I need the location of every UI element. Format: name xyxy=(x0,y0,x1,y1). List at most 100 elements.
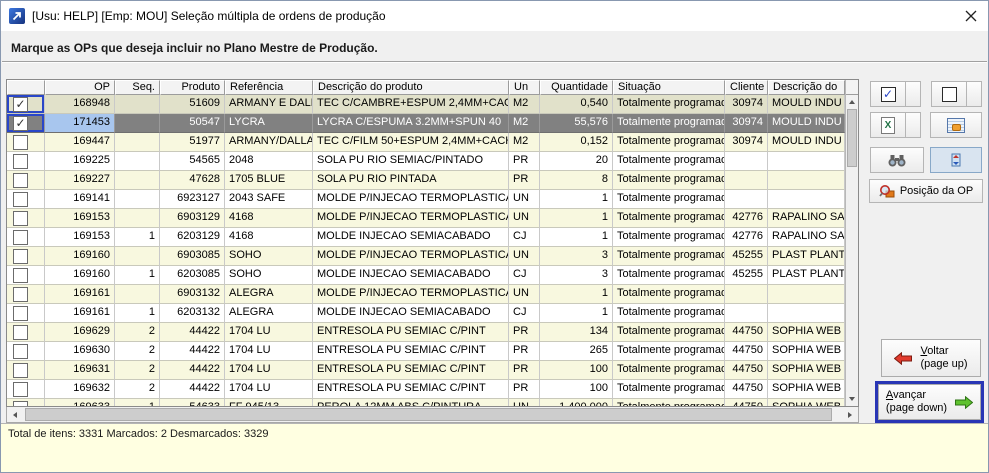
grid-report-button[interactable] xyxy=(930,112,982,138)
cell-quantidade: 1 xyxy=(540,304,613,323)
excel-icon xyxy=(881,117,895,134)
cell-descricao: PEROLA 12MM ABS C/PINTURA xyxy=(313,399,509,406)
unchecked-row-checkbox[interactable] xyxy=(13,287,28,302)
cell-op: 169629 xyxy=(45,323,115,342)
unchecked-row-checkbox[interactable] xyxy=(13,325,28,340)
export-excel-button[interactable] xyxy=(870,112,906,138)
cell-seq xyxy=(115,190,160,209)
column-header-produto[interactable]: Produto xyxy=(160,80,225,95)
table-row[interactable]: 16916116203132ALEGRAMOLDE INJECAO SEMIAC… xyxy=(7,304,845,323)
cell-situacao: Totalmente programada xyxy=(613,152,725,171)
unchecked-row-checkbox[interactable] xyxy=(13,230,28,245)
export-excel-dropdown[interactable] xyxy=(905,112,921,138)
cell-descricao: MOLDE INJECAO SEMIACABADO xyxy=(313,266,509,285)
row-select-cell[interactable] xyxy=(7,133,45,152)
unchecked-row-checkbox[interactable] xyxy=(13,154,28,169)
row-select-cell[interactable] xyxy=(7,171,45,190)
vertical-scroll-track[interactable] xyxy=(846,109,858,392)
column-header-descricao_cliente[interactable]: Descrição do xyxy=(768,80,845,95)
cell-quantidade: 100 xyxy=(540,380,613,399)
table-row[interactable]: 169633154633FF 945/13PEROLA 12MM ABS C/P… xyxy=(7,399,845,406)
unchecked-row-checkbox[interactable] xyxy=(13,249,28,264)
unchecked-row-checkbox[interactable] xyxy=(13,192,28,207)
scroll-left-button[interactable] xyxy=(7,407,23,422)
table-row[interactable]: 1696292444221704 LUENTRESOLA PU SEMIAC C… xyxy=(7,323,845,342)
cell-descricao_cliente: SOPHIA WEB xyxy=(768,361,845,380)
table-row[interactable]: 169153162031294168MOLDE INJECAO SEMIACAB… xyxy=(7,228,845,247)
table-row[interactable]: 16914169231272043 SAFEMOLDE P/INJECAO TE… xyxy=(7,190,845,209)
row-select-cell[interactable] xyxy=(7,399,45,406)
row-select-cell[interactable] xyxy=(7,190,45,209)
cell-situacao: Totalmente programada xyxy=(613,228,725,247)
row-select-cell[interactable] xyxy=(7,114,45,133)
scroll-up-button[interactable] xyxy=(846,95,858,109)
posicao-da-op-button[interactable]: Posição da OP xyxy=(869,179,983,203)
table-row[interactable]: 16894851609ARMANY E DALLASTEC C/CAMBRE+E… xyxy=(7,95,845,114)
checked-row-checkbox[interactable] xyxy=(13,116,28,131)
row-select-cell[interactable] xyxy=(7,152,45,171)
uncheck-all-dropdown[interactable] xyxy=(966,81,982,107)
vertical-scrollbar[interactable] xyxy=(845,80,858,406)
scroll-right-button[interactable] xyxy=(842,407,858,422)
horizontal-scroll-track[interactable] xyxy=(23,407,842,422)
table-row[interactable]: 1691616903132ALEGRAMOLDE P/INJECAO TERMO… xyxy=(7,285,845,304)
check-all-button[interactable] xyxy=(870,81,906,107)
unchecked-row-checkbox[interactable] xyxy=(13,268,28,283)
row-select-cell[interactable] xyxy=(7,209,45,228)
table-row[interactable]: 1696312444221704 LUENTRESOLA PU SEMIAC C… xyxy=(7,361,845,380)
column-header-referencia[interactable]: Referência xyxy=(225,80,313,95)
unchecked-row-checkbox[interactable] xyxy=(13,363,28,378)
table-row[interactable]: 16915369031294168MOLDE P/INJECAO TERMOPL… xyxy=(7,209,845,228)
vertical-scroll-thumb[interactable] xyxy=(847,109,857,167)
unchecked-row-checkbox[interactable] xyxy=(13,211,28,226)
table-row[interactable]: 17145350547LYCRALYCRA C/ESPUMA 3.2MM+SPU… xyxy=(7,114,845,133)
table-row[interactable]: 1696322444221704 LUENTRESOLA PU SEMIAC C… xyxy=(7,380,845,399)
column-header-un[interactable]: Un xyxy=(509,80,540,95)
checked-row-checkbox[interactable] xyxy=(13,97,28,112)
column-header-descricao[interactable]: Descrição do produto xyxy=(313,80,509,95)
horizontal-scrollbar[interactable] xyxy=(6,407,859,423)
unchecked-row-checkbox[interactable] xyxy=(13,344,28,359)
unchecked-row-checkbox[interactable] xyxy=(13,382,28,397)
table-row[interactable]: 16944751977ARMANY/DALLAS/GR1 BOTEC C/FIL… xyxy=(7,133,845,152)
row-select-cell[interactable] xyxy=(7,304,45,323)
row-select-cell[interactable] xyxy=(7,323,45,342)
cell-descricao_cliente: SOPHIA WEB xyxy=(768,399,845,406)
row-select-cell[interactable] xyxy=(7,228,45,247)
column-header-op[interactable]: OP xyxy=(45,80,115,95)
row-select-cell[interactable] xyxy=(7,247,45,266)
voltar-button[interactable]: Voltar (page up) xyxy=(881,339,981,377)
table-row[interactable]: 169225545652048SOLA PU RIO SEMIAC/PINTAD… xyxy=(7,152,845,171)
table-row[interactable]: 1696302444221704 LUENTRESOLA PU SEMIAC C… xyxy=(7,342,845,361)
unchecked-row-checkbox[interactable] xyxy=(13,306,28,321)
sort-order-button[interactable] xyxy=(930,147,982,173)
row-select-cell[interactable] xyxy=(7,95,45,114)
close-button[interactable] xyxy=(954,1,988,31)
unchecked-row-checkbox[interactable] xyxy=(13,401,28,407)
uncheck-all-button[interactable] xyxy=(931,81,967,107)
column-header-check[interactable] xyxy=(7,80,45,95)
table-row[interactable]: 16916016203085SOHOMOLDE INJECAO SEMIACAB… xyxy=(7,266,845,285)
avancar-button[interactable]: Avançar (page down) xyxy=(878,384,981,420)
table-row[interactable]: 1691606903085SOHOMOLDE P/INJECAO TERMOPL… xyxy=(7,247,845,266)
column-header-situacao[interactable]: Situação xyxy=(613,80,725,95)
cell-op: 169161 xyxy=(45,304,115,323)
row-select-cell[interactable] xyxy=(7,266,45,285)
table-row[interactable]: 169227476281705 BLUESOLA PU RIO PINTADAP… xyxy=(7,171,845,190)
horizontal-scroll-thumb[interactable] xyxy=(25,408,832,421)
row-select-cell[interactable] xyxy=(7,342,45,361)
unchecked-row-checkbox[interactable] xyxy=(13,135,28,150)
cell-op: 169160 xyxy=(45,247,115,266)
check-all-dropdown[interactable] xyxy=(905,81,921,107)
cell-referencia: 1705 BLUE xyxy=(225,171,313,190)
checked-checkbox-icon xyxy=(881,87,896,102)
row-select-cell[interactable] xyxy=(7,361,45,380)
search-button[interactable] xyxy=(870,147,924,173)
unchecked-row-checkbox[interactable] xyxy=(13,173,28,188)
row-select-cell[interactable] xyxy=(7,380,45,399)
row-select-cell[interactable] xyxy=(7,285,45,304)
column-header-cliente[interactable]: Cliente xyxy=(725,80,768,95)
column-header-seq[interactable]: Seq. xyxy=(115,80,160,95)
scroll-down-button[interactable] xyxy=(846,392,858,406)
column-header-quantidade[interactable]: Quantidade xyxy=(540,80,613,95)
